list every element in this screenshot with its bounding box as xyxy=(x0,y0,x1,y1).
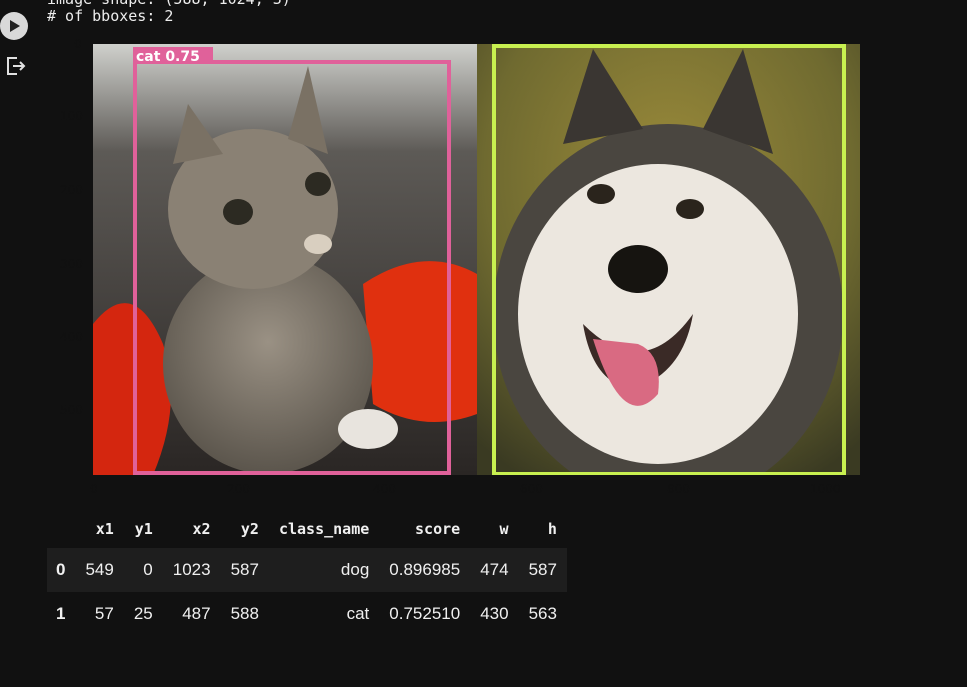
cat-detection-label: cat 0.75 xyxy=(136,49,200,65)
cell-h: 587 xyxy=(518,548,567,592)
row-index: 1 xyxy=(56,604,66,623)
y-tick-label: 400 xyxy=(60,330,83,344)
cell-h: 563 xyxy=(528,604,557,623)
table-row: 0 549 0 1023 587 dog 0.896985 474 587 xyxy=(47,548,567,592)
y-tick-label: 500 xyxy=(60,403,83,417)
cell-w: 474 xyxy=(470,548,519,592)
cell-w: 430 xyxy=(480,604,509,623)
x-tick-label: 0 xyxy=(90,482,98,496)
y-tick-label: 0 xyxy=(74,37,82,51)
cell-class-name: cat xyxy=(346,604,370,623)
cat-photo xyxy=(93,44,477,475)
cell-class-name: dog xyxy=(268,548,380,592)
y-tick-label: 300 xyxy=(60,257,83,271)
index-header xyxy=(47,512,75,548)
column-header: h xyxy=(547,520,557,538)
cell-y1: 0 xyxy=(123,548,163,592)
cell-x2: 1023 xyxy=(162,548,221,592)
column-header: class_name xyxy=(278,520,370,538)
cell-score: 0.752510 xyxy=(389,604,461,623)
y-tick-label: 100 xyxy=(60,109,83,123)
column-header: score xyxy=(415,520,461,538)
cell-gutter xyxy=(0,0,34,687)
cell-x1: 549 xyxy=(75,548,124,592)
column-header: x2 xyxy=(192,520,211,538)
table-header-row: x1 y1 x2 y2 class_name score w h xyxy=(47,512,567,548)
x-tick-label: 600 xyxy=(520,482,543,496)
detection-image: cat 0.75 xyxy=(93,44,860,475)
table-row: 1 57 25 487 588 cat 0.752510 430 563 xyxy=(47,592,567,636)
row-index: 0 xyxy=(47,548,76,592)
detections-table: x1 y1 x2 y2 class_name score w h 0 549 0… xyxy=(47,512,567,636)
column-header: w xyxy=(499,520,509,538)
x-tick-label: 800 xyxy=(667,482,690,496)
y-tick-label: 200 xyxy=(60,183,83,197)
x-tick-label: 200 xyxy=(227,482,250,496)
run-cell-button[interactable] xyxy=(0,12,28,40)
dog-photo xyxy=(477,44,860,475)
column-header: x1 xyxy=(95,520,114,538)
column-header: y2 xyxy=(240,520,259,538)
cell-y2: 588 xyxy=(230,604,259,623)
cell-x2: 487 xyxy=(182,604,211,623)
detection-image-canvas: cat 0.75 xyxy=(93,44,860,475)
x-tick-label: 1000 xyxy=(810,482,841,496)
cell-y1: 25 xyxy=(133,604,153,623)
bbox-count-text: # of bboxes: 2 xyxy=(47,7,174,25)
cell-score: 0.896985 xyxy=(379,548,471,592)
output-exit-icon[interactable] xyxy=(4,55,26,77)
cell-y2: 587 xyxy=(220,548,269,592)
cell-x1: 57 xyxy=(94,604,114,623)
column-header: y1 xyxy=(134,520,153,538)
x-tick-label: 400 xyxy=(373,482,396,496)
play-icon xyxy=(10,20,20,32)
